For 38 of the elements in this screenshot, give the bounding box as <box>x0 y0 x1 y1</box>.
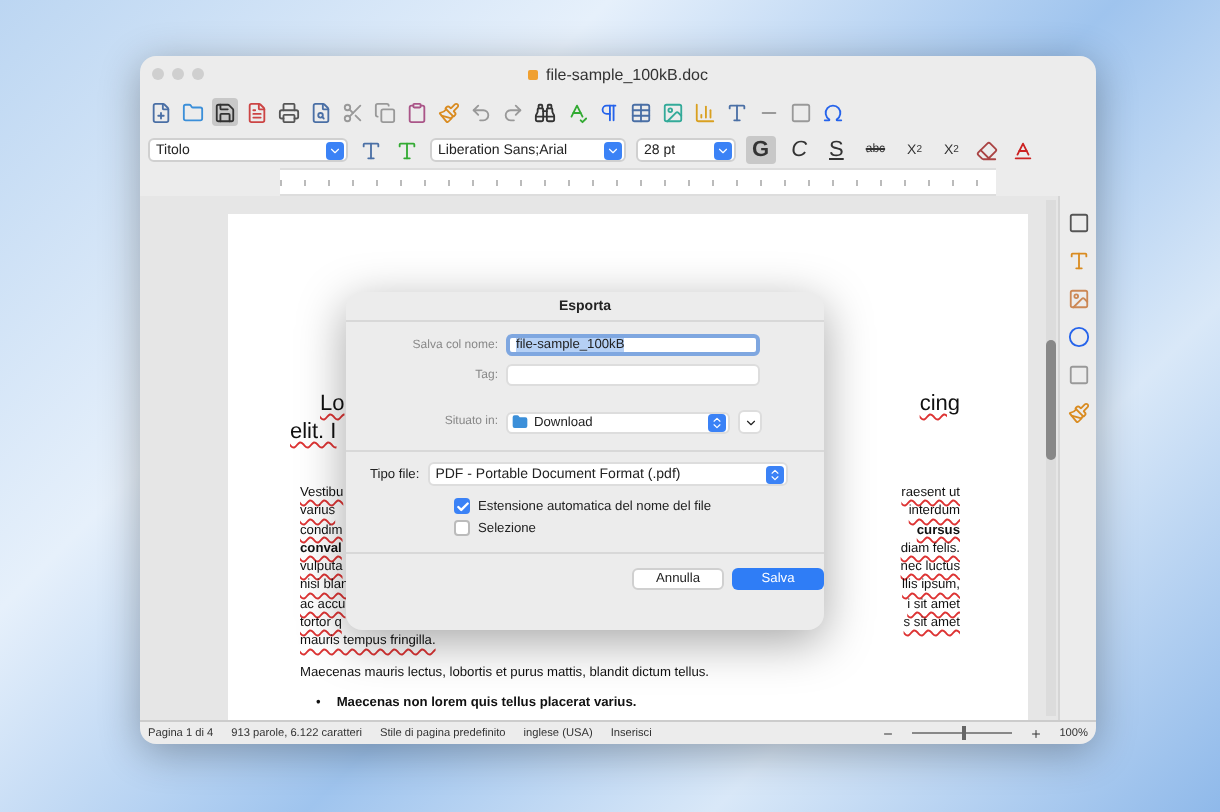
window-title: file-sample_100kB.doc <box>546 65 708 83</box>
chart-icon[interactable] <box>692 98 718 126</box>
find-icon[interactable] <box>532 98 558 126</box>
dropdown-icon <box>765 465 784 483</box>
folder-icon <box>512 414 528 430</box>
new-document-icon[interactable] <box>148 98 174 126</box>
expand-button[interactable] <box>738 410 762 434</box>
dropdown-icon <box>708 413 726 431</box>
style-inspector-icon[interactable] <box>1065 398 1091 426</box>
zoom-out-icon[interactable] <box>881 727 894 739</box>
print-preview-icon[interactable] <box>308 98 334 126</box>
copy-icon[interactable] <box>372 98 398 126</box>
heading-text: cing <box>919 390 960 418</box>
zoom-in-icon[interactable] <box>1029 727 1042 739</box>
zoom-slider-thumb[interactable] <box>961 726 966 740</box>
save-icon[interactable] <box>212 98 238 126</box>
table-icon[interactable] <box>628 98 654 126</box>
format-button[interactable]: S <box>823 136 850 164</box>
gallery-icon[interactable] <box>1065 284 1091 312</box>
pdf-export-icon[interactable] <box>244 98 270 126</box>
clear-format-icon[interactable] <box>974 136 1001 164</box>
dropdown-icon <box>326 141 344 159</box>
format-button[interactable]: G <box>746 136 776 164</box>
checkbox[interactable] <box>454 520 470 536</box>
paste-icon[interactable] <box>404 98 430 126</box>
dropdown-icon <box>604 141 622 159</box>
scrollbar[interactable] <box>1046 200 1056 716</box>
print-icon[interactable] <box>276 98 302 126</box>
heading-text: Lo <box>320 390 345 418</box>
heading-text: elit. I <box>290 418 337 446</box>
format-button[interactable]: C <box>785 136 814 164</box>
document-icon <box>528 69 539 79</box>
dropdown-icon <box>714 141 732 159</box>
input-field[interactable] <box>506 364 760 386</box>
chevron-icon <box>743 415 757 429</box>
cut-icon[interactable] <box>340 98 366 126</box>
paintbrush-icon[interactable] <box>436 98 462 126</box>
image-icon[interactable] <box>660 98 686 126</box>
